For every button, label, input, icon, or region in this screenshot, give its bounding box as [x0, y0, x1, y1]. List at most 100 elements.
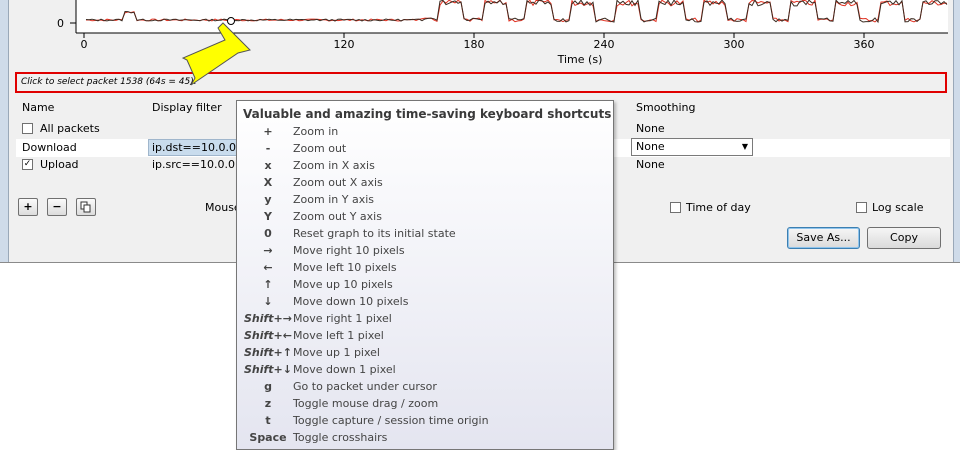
shortcut-key: 0	[264, 227, 272, 240]
shortcut-description: Zoom in Y axis	[293, 193, 374, 206]
shortcut-description: Reset graph to its initial state	[293, 227, 456, 240]
remove-graph-button[interactable]: −	[47, 198, 67, 216]
x-tick-label: 180	[464, 38, 485, 51]
column-header-smoothing[interactable]: Smoothing	[636, 101, 695, 114]
shortcut-key: ↓	[263, 295, 273, 308]
shortcut-key: -	[265, 142, 271, 155]
shortcut-description: Toggle capture / session time origin	[293, 414, 489, 427]
copy-icon	[80, 201, 91, 213]
shortcut-description: Move right 1 pixel	[293, 312, 392, 325]
shortcut-row: 0 Reset graph to its initial state	[237, 227, 615, 244]
minus-icon: −	[52, 200, 62, 213]
shortcut-key: t	[265, 414, 271, 427]
shortcut-row: z Toggle mouse drag / zoom	[237, 397, 615, 414]
status-hint-text: Click to select packet 1538 (64s = 45).	[21, 77, 197, 87]
smoothing-all-packets[interactable]: None	[636, 122, 665, 135]
shortcut-key: z	[264, 397, 272, 410]
shortcut-key: x	[264, 159, 272, 172]
time-of-day-checkbox[interactable]	[670, 202, 681, 213]
x-tick-label: 240	[594, 38, 615, 51]
shortcut-row: t Toggle capture / session time origin	[237, 414, 615, 431]
log-scale-checkbox[interactable]	[856, 202, 867, 213]
shortcut-key: Y	[264, 210, 272, 223]
shortcut-row: ↑ Move up 10 pixels	[237, 278, 615, 295]
shortcut-row: x Zoom in X axis	[237, 159, 615, 176]
shortcut-description: Move right 10 pixels	[293, 244, 405, 257]
shortcut-description: Move left 10 pixels	[293, 261, 397, 274]
shortcut-row: Space Toggle crosshairs	[237, 431, 615, 448]
status-hint-box: Click to select packet 1538 (64s = 45).	[15, 72, 947, 93]
shortcut-row: Shift+↓ Move down 1 pixel	[237, 363, 615, 380]
display-filter-edit-download[interactable]: ip.dst==10.0.0.1	[148, 139, 238, 156]
shortcut-row: Shift+→ Move right 1 pixel	[237, 312, 615, 329]
log-scale-label[interactable]: Log scale	[872, 201, 924, 214]
shortcut-row: - Zoom out	[237, 142, 615, 159]
shortcut-key: y	[264, 193, 272, 206]
shortcut-row: + Zoom in	[237, 125, 615, 142]
shortcut-key: Shift+←	[243, 329, 292, 342]
shortcut-key: ↑	[263, 278, 273, 291]
shortcut-description: Move up 1 pixel	[293, 346, 380, 359]
shortcut-row: X Zoom out X axis	[237, 176, 615, 193]
shortcut-key: +	[263, 125, 273, 138]
tooltip-title: Valuable and amazing time-saving keyboar…	[243, 107, 612, 121]
shortcut-row: g Go to packet under cursor	[237, 380, 615, 397]
shortcut-row: ↓ Move down 10 pixels	[237, 295, 615, 312]
shortcut-description: Zoom out	[293, 142, 347, 155]
shortcut-key: →	[263, 244, 273, 257]
plus-icon: +	[23, 200, 33, 213]
shortcut-key: Shift+↑	[243, 346, 292, 359]
display-filter-upload[interactable]: ip.src==10.0.0.10	[152, 158, 236, 171]
upload-checkbox[interactable]: ✓	[22, 159, 33, 170]
shortcut-description: Zoom in	[293, 125, 339, 138]
smoothing-select-value: None	[636, 140, 665, 153]
shortcut-key: Shift+→	[243, 312, 292, 325]
x-tick-label: 300	[724, 38, 745, 51]
shortcut-key: Shift+↓	[243, 363, 292, 376]
shortcut-description: Zoom out Y axis	[293, 210, 382, 223]
check-icon: ✓	[23, 159, 32, 169]
x-axis-label: Time (s)	[557, 53, 603, 66]
shortcut-key: ←	[263, 261, 273, 274]
save-as-button[interactable]: Save As...	[787, 227, 860, 249]
shortcut-description: Toggle mouse drag / zoom	[293, 397, 439, 410]
shortcut-description: Move up 10 pixels	[293, 278, 393, 291]
shortcut-description: Move down 10 pixels	[293, 295, 409, 308]
all-packets-checkbox[interactable]	[22, 123, 33, 134]
copy-graph-button[interactable]	[76, 198, 96, 216]
graph-name-upload[interactable]: Upload	[40, 158, 79, 171]
shortcut-description: Move left 1 pixel	[293, 329, 384, 342]
graph-name-download[interactable]: Download	[22, 141, 77, 154]
chevron-down-icon: ▼	[741, 142, 748, 151]
shortcut-row: Shift+← Move left 1 pixel	[237, 329, 615, 346]
time-of-day-label[interactable]: Time of day	[686, 201, 751, 214]
arrow-shape	[181, 22, 251, 86]
shortcut-description: Zoom out X axis	[293, 176, 383, 189]
shortcut-description: Zoom in X axis	[293, 159, 375, 172]
y-tick-label: 0	[57, 17, 64, 30]
shortcut-row: Y Zoom out Y axis	[237, 210, 615, 227]
yellow-arrow-annotation	[181, 22, 251, 86]
smoothing-select-download[interactable]: None ▼	[631, 138, 753, 156]
column-header-name[interactable]: Name	[22, 101, 54, 114]
graph-name-all-packets[interactable]: All packets	[40, 122, 100, 135]
shortcut-description: Go to packet under cursor	[293, 380, 437, 393]
display-filter-value-download: ip.dst==10.0.0.1	[152, 141, 238, 154]
smoothing-upload[interactable]: None	[636, 158, 665, 171]
shortcut-row: ← Move left 10 pixels	[237, 261, 615, 278]
shortcut-key: Space	[249, 431, 287, 444]
column-header-display-filter[interactable]: Display filter	[152, 101, 222, 114]
copy-button[interactable]: Copy	[867, 227, 941, 249]
shortcut-description: Toggle crosshairs	[293, 431, 388, 444]
io-graph-plot[interactable]: 0 0 120 180 240 300 360 Time (s)	[0, 0, 960, 70]
shortcut-key: X	[263, 176, 273, 189]
x-tick-label: 360	[854, 38, 875, 51]
shortcut-row: Shift+↑ Move up 1 pixel	[237, 346, 615, 363]
shortcut-description: Move down 1 pixel	[293, 363, 396, 376]
add-graph-button[interactable]: +	[18, 198, 38, 216]
shortcut-row: y Zoom in Y axis	[237, 193, 615, 210]
x-tick-label: 120	[334, 38, 355, 51]
keyboard-shortcuts-tooltip: Valuable and amazing time-saving keyboar…	[236, 100, 614, 450]
shortcut-key: g	[264, 380, 272, 393]
shortcut-row: → Move right 10 pixels	[237, 244, 615, 261]
